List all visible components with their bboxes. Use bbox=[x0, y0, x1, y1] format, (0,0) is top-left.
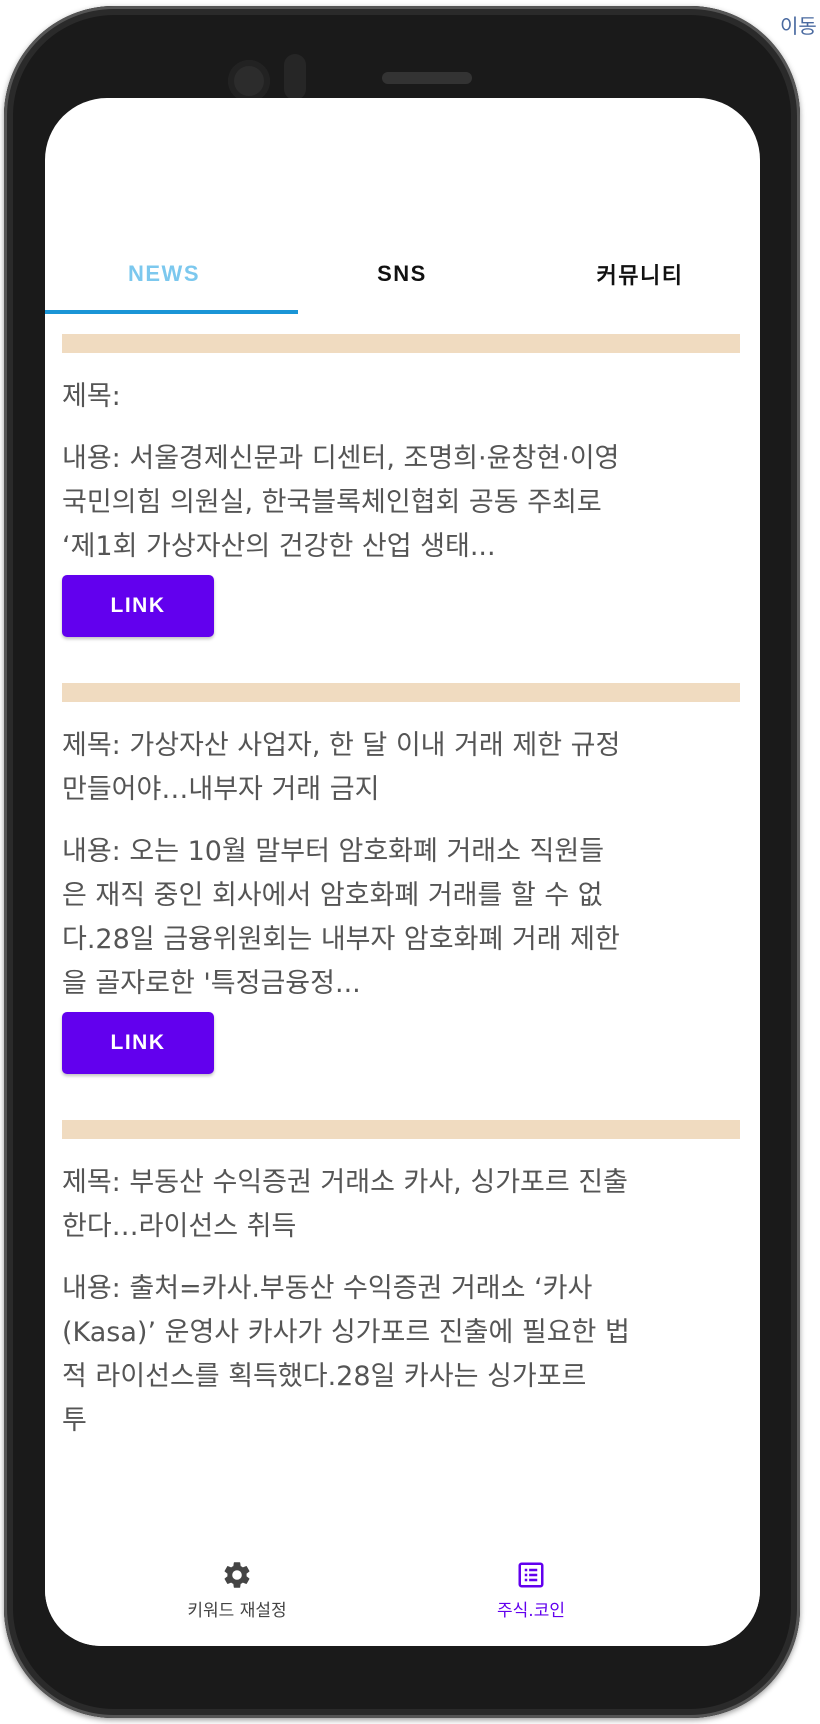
nav-stocks-coins[interactable]: 주식.코인 bbox=[381, 1548, 681, 1646]
news-feed[interactable]: 제목: 내용: 서울경제신문과 디센터, 조명희·윤창현·이영 국민의힘 의원실… bbox=[45, 334, 760, 1443]
background-edge-text: 이동 bbox=[780, 14, 817, 38]
link-button[interactable]: LINK bbox=[62, 575, 214, 637]
card-divider bbox=[62, 1120, 740, 1139]
title-line: 제목: 부동산 수익증권 거래소 카사, 싱가포르 진출 bbox=[62, 1167, 628, 1198]
article-content: 내용: 오는 10월 말부터 암호화폐 거래소 직원들 은 재직 중인 회사에서… bbox=[62, 830, 740, 1006]
content-line: 내용: 오는 10월 말부터 암호화폐 거래소 직원들 bbox=[62, 836, 605, 867]
tab-community[interactable]: 커뮤니티 bbox=[521, 234, 759, 314]
tab-bar: NEWS SNS 커뮤니티 bbox=[45, 234, 760, 314]
tab-indicator bbox=[45, 310, 298, 314]
tab-news[interactable]: NEWS bbox=[45, 234, 283, 314]
article-content: 내용: 출처=카사.부동산 수익증권 거래소 ‘카사 (Kasa)’ 운영사 카… bbox=[62, 1267, 740, 1443]
title-line: 제목: 가상자산 사업자, 한 달 이내 거래 제한 규정 bbox=[62, 730, 621, 761]
content-line: 내용: 출처=카사.부동산 수익증권 거래소 ‘카사 bbox=[62, 1273, 593, 1304]
nav-label: 키워드 재설정 bbox=[187, 1601, 287, 1621]
tab-sns[interactable]: SNS bbox=[283, 234, 521, 314]
article-title: 제목: bbox=[62, 381, 121, 412]
content-line: ‘제1회 가상자산의 건강한 산업 생태... bbox=[62, 531, 496, 562]
content-line: 다.28일 금융위원회는 내부자 암호화폐 거래 제한 bbox=[62, 924, 620, 955]
content-line: 적 라이선스를 획득했다.28일 카사는 싱가포르 bbox=[62, 1361, 587, 1392]
article-title: 제목: 가상자산 사업자, 한 달 이내 거래 제한 규정 만들어야…내부자 거… bbox=[62, 724, 740, 812]
front-camera bbox=[228, 60, 270, 102]
nav-label: 주식.코인 bbox=[497, 1601, 565, 1621]
card-divider bbox=[62, 334, 740, 353]
gear-icon bbox=[221, 1558, 253, 1592]
earpiece-speaker bbox=[382, 72, 472, 84]
bottom-navigation: 키워드 재설정 주식.코인 bbox=[45, 1548, 760, 1646]
news-card: 제목: 가상자산 사업자, 한 달 이내 거래 제한 규정 만들어야…내부자 거… bbox=[45, 724, 760, 1074]
content-line: (Kasa)’ 운영사 카사가 싱가포르 진출에 필요한 법 bbox=[62, 1317, 630, 1348]
app-screen: NEWS SNS 커뮤니티 제목: 내용: 서울경제신문과 디센터, 조명희·윤… bbox=[45, 98, 760, 1646]
content-line: 투 bbox=[62, 1405, 87, 1436]
list-box-icon bbox=[516, 1558, 546, 1592]
proximity-sensor bbox=[284, 54, 306, 100]
article-content: 내용: 서울경제신문과 디센터, 조명희·윤창현·이영 국민의힘 의원실, 한국… bbox=[62, 437, 740, 569]
title-line: 한다…라이선스 취득 bbox=[62, 1211, 297, 1242]
card-divider bbox=[62, 683, 740, 702]
content-line: 은 재직 중인 회사에서 암호화폐 거래를 할 수 없 bbox=[62, 880, 603, 911]
title-line: 만들어야…내부자 거래 금지 bbox=[62, 774, 380, 805]
article-title: 제목: 부동산 수익증권 거래소 카사, 싱가포르 진출 한다…라이선스 취득 bbox=[62, 1161, 740, 1249]
content-line: 을 골자로한 '특정금융정... bbox=[62, 968, 361, 999]
link-button[interactable]: LINK bbox=[62, 1012, 214, 1074]
news-card: 제목: 내용: 서울경제신문과 디센터, 조명희·윤창현·이영 국민의힘 의원실… bbox=[45, 375, 760, 637]
news-card: 제목: 부동산 수익증권 거래소 카사, 싱가포르 진출 한다…라이선스 취득 … bbox=[45, 1161, 760, 1443]
nav-keyword-reset[interactable]: 키워드 재설정 bbox=[87, 1548, 387, 1646]
content-line: 내용: 서울경제신문과 디센터, 조명희·윤창현·이영 bbox=[62, 443, 620, 474]
content-line: 국민의힘 의원실, 한국블록체인협회 공동 주최로 bbox=[62, 487, 602, 518]
